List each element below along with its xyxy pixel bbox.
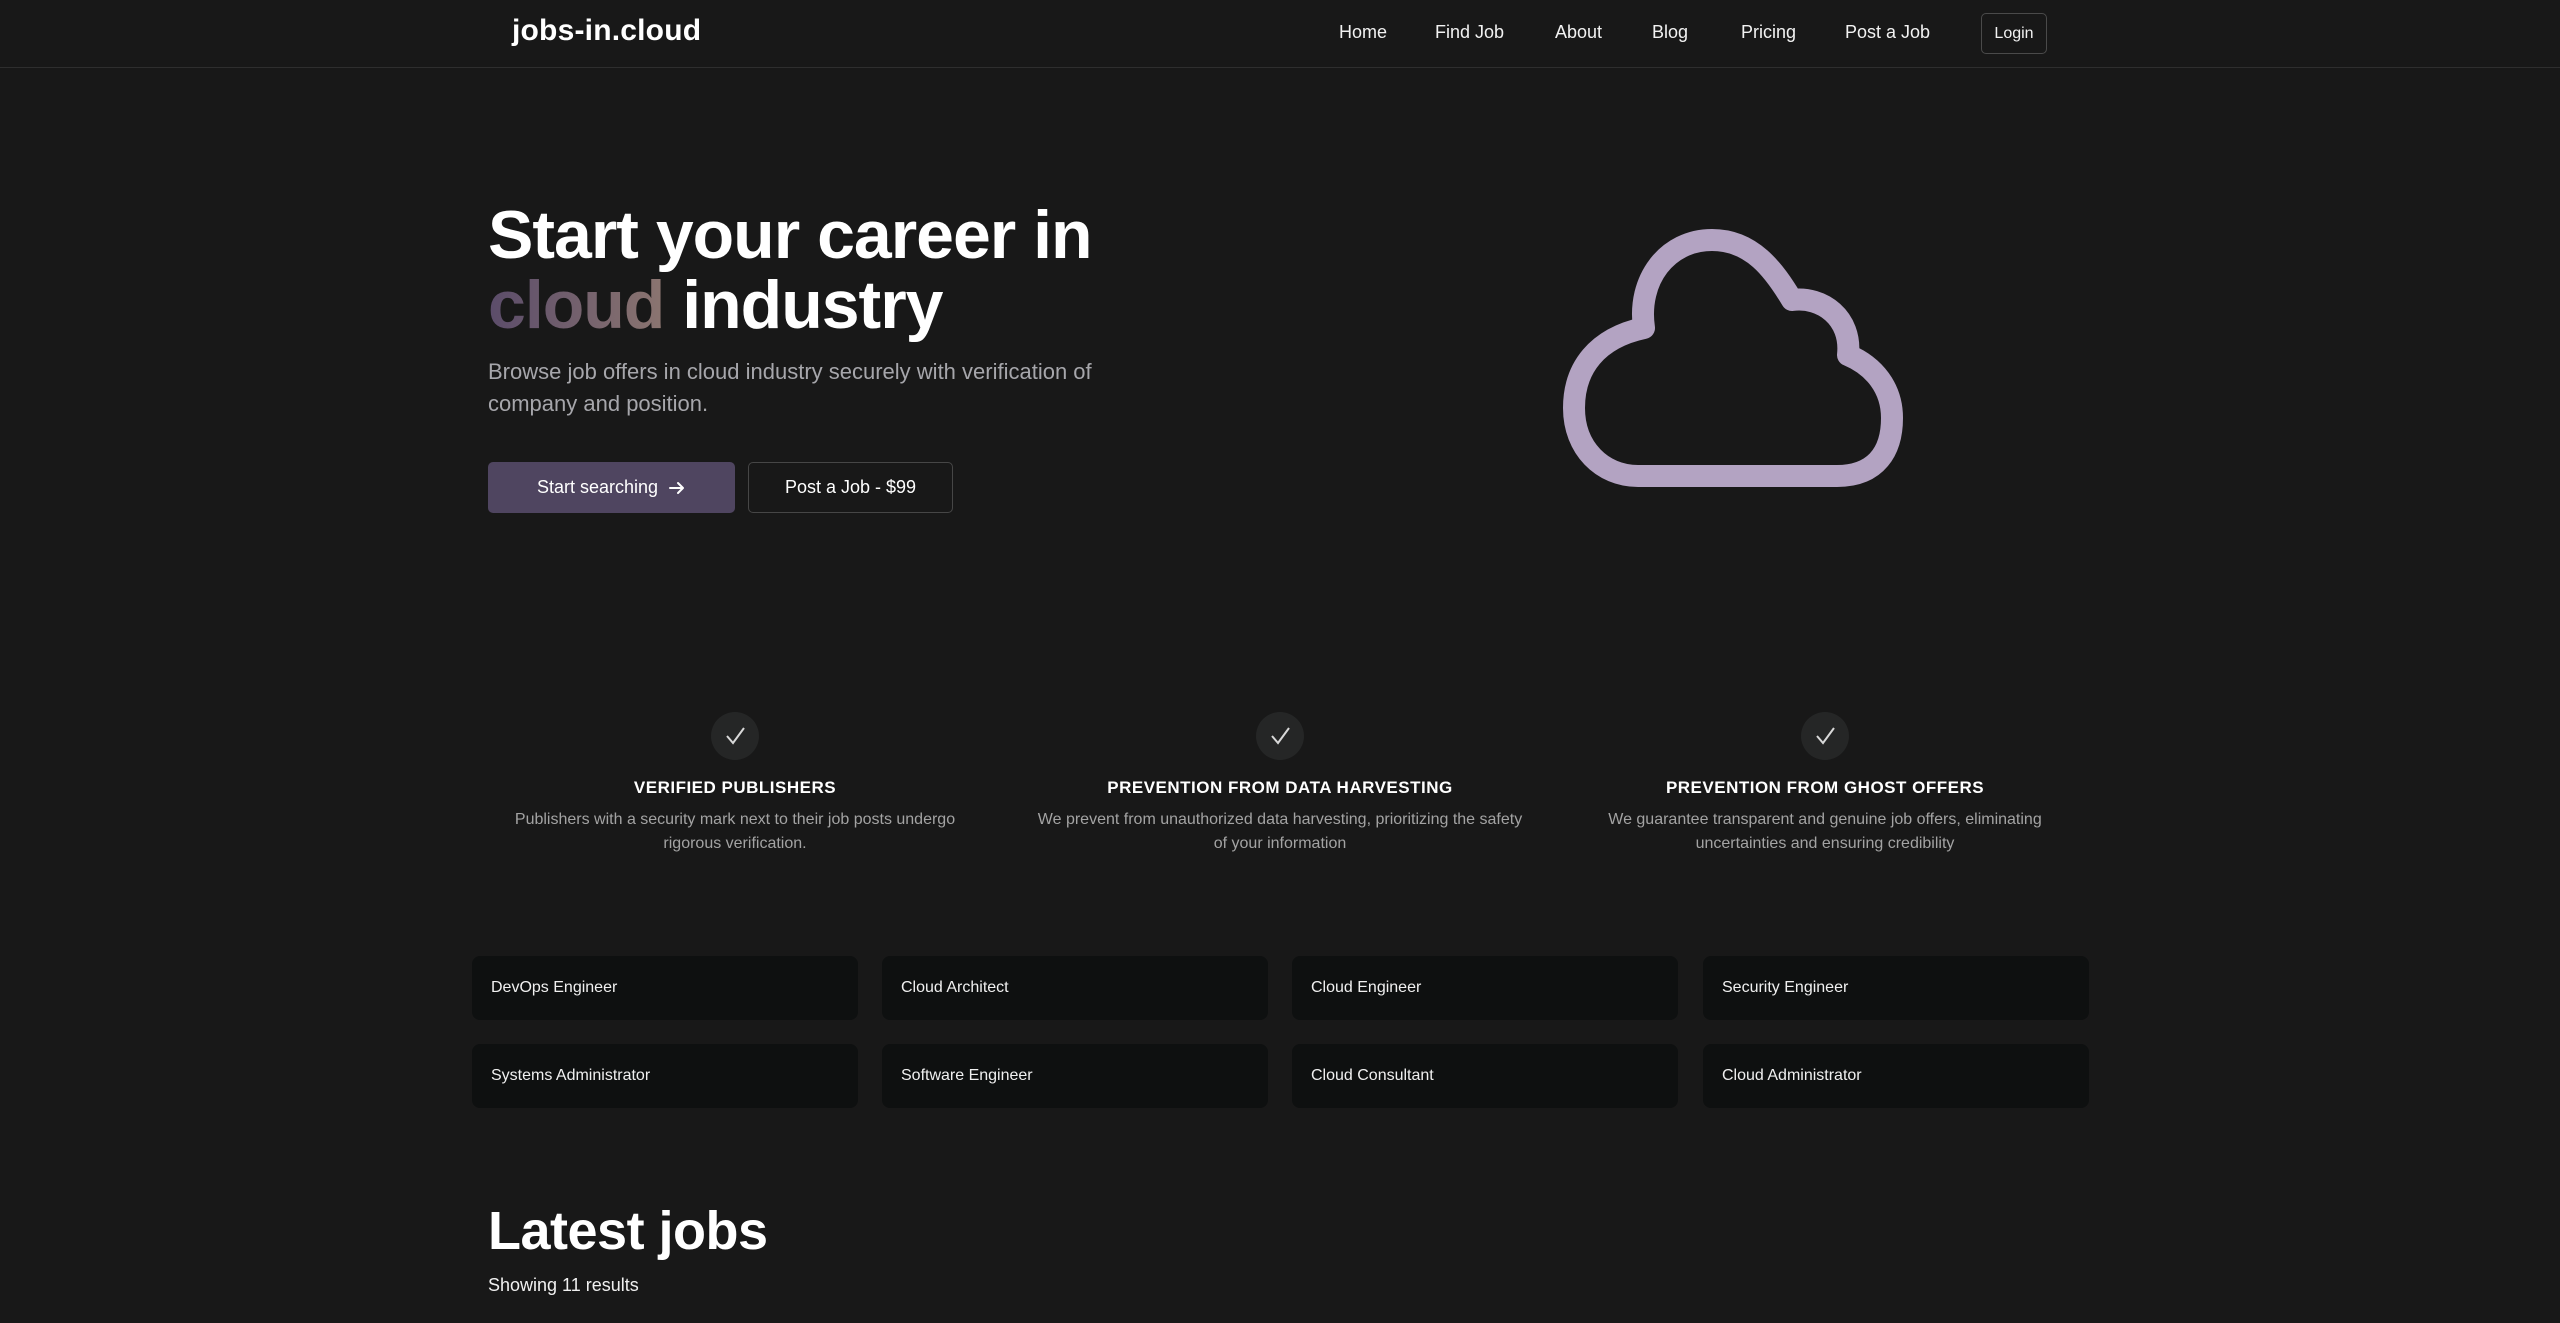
category-devops-engineer[interactable]: DevOps Engineer <box>472 956 858 1020</box>
feature-description: We prevent from unauthorized data harves… <box>1037 811 1523 852</box>
nav-home[interactable]: Home <box>1339 22 1387 43</box>
check-icon <box>1256 712 1304 760</box>
hero-title-highlight: cloud <box>488 267 665 343</box>
feature-title: PREVENTION FROM GHOST OFFERS <box>1665 778 1985 797</box>
login-button[interactable]: Login <box>1981 13 2047 54</box>
feature-ghost-offers: PREVENTION FROM GHOST OFFERS We guarante… <box>1575 712 2075 856</box>
post-job-button[interactable]: Post a Job - $99 <box>748 462 953 513</box>
arrow-right-icon <box>669 481 685 494</box>
nav-pricing[interactable]: Pricing <box>1741 22 1796 43</box>
category-security-engineer[interactable]: Security Engineer <box>1703 956 2089 1020</box>
feature-title: VERIFIED PUBLISHERS <box>633 778 837 797</box>
nav-about[interactable]: About <box>1555 22 1602 43</box>
check-icon <box>711 712 759 760</box>
start-searching-label: Start searching <box>536 477 659 497</box>
category-cloud-architect[interactable]: Cloud Architect <box>882 956 1268 1020</box>
category-cloud-consultant[interactable]: Cloud Consultant <box>1292 1044 1678 1108</box>
category-cloud-engineer[interactable]: Cloud Engineer <box>1292 956 1678 1020</box>
results-count: Showing 11 results <box>488 1275 639 1295</box>
nav-find-job[interactable]: Find Job <box>1435 22 1504 43</box>
hero-title-line1: Start your career in <box>488 197 1093 273</box>
feature-data-harvesting: PREVENTION FROM DATA HARVESTING We preve… <box>1030 712 1530 856</box>
feature-verified-publishers: VERIFIED PUBLISHERS Publishers with a se… <box>485 712 985 856</box>
nav-blog[interactable]: Blog <box>1652 22 1688 43</box>
category-software-engineer[interactable]: Software Engineer <box>882 1044 1268 1108</box>
latest-jobs-title: Latest jobs <box>488 1201 768 1261</box>
feature-title: PREVENTION FROM DATA HARVESTING <box>1107 778 1453 797</box>
check-icon <box>1801 712 1849 760</box>
start-searching-button[interactable]: Start searching <box>488 462 735 513</box>
feature-description: We guarantee transparent and genuine job… <box>1608 811 2042 852</box>
feature-description: Publishers with a security mark next to … <box>514 811 956 852</box>
hero-title: Start your career in cloud industry <box>488 197 1093 343</box>
hero-title-rest: industry <box>682 267 943 343</box>
cloud-icon <box>1563 229 1903 487</box>
category-cloud-administrator[interactable]: Cloud Administrator <box>1703 1044 2089 1108</box>
top-nav: jobs-in.cloud Home Find Job About Blog P… <box>0 0 2560 68</box>
nav-post-a-job[interactable]: Post a Job <box>1845 22 1930 43</box>
hero-subtitle: Browse job offers in cloud industry secu… <box>488 359 1092 416</box>
category-systems-administrator[interactable]: Systems Administrator <box>472 1044 858 1108</box>
site-logo[interactable]: jobs-in.cloud <box>512 14 701 48</box>
